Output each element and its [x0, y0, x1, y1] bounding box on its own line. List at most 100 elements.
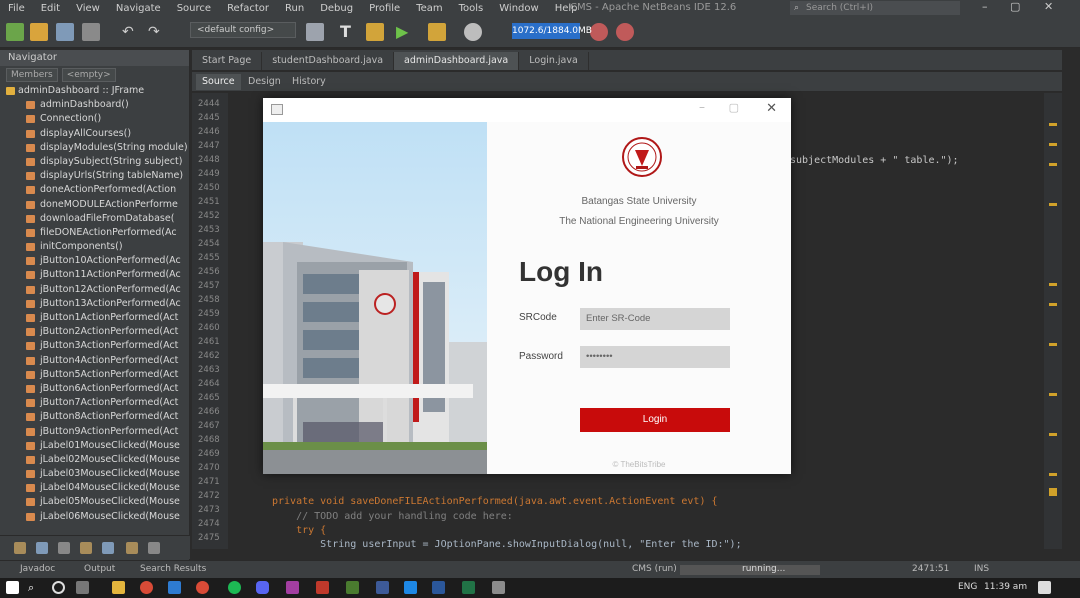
password-input[interactable]: ••••••••	[580, 346, 730, 368]
tree-item[interactable]: jLabel01MouseClicked(Mouse	[0, 439, 189, 453]
tree-item[interactable]: jButton8ActionPerformed(Act	[0, 410, 189, 424]
tree-root[interactable]: adminDashboard :: JFrame	[0, 84, 189, 98]
chrome2-icon[interactable]	[196, 581, 209, 594]
filter-fields-icon[interactable]	[14, 542, 26, 554]
stripe-mark[interactable]	[1049, 488, 1057, 496]
menu-profile[interactable]: Profile	[361, 3, 408, 14]
search-input[interactable]: ⌕ Search (Ctrl+I)	[790, 1, 960, 15]
menu-view[interactable]: View	[68, 3, 108, 14]
close-button[interactable]: ✕	[1044, 0, 1053, 13]
file-explorer-icon[interactable]	[112, 581, 125, 594]
new-project-icon[interactable]	[6, 23, 24, 41]
menu-window[interactable]: Window	[491, 3, 546, 14]
tree-item[interactable]: jButton13ActionPerformed(Ac	[0, 297, 189, 311]
tree-item[interactable]: initComponents()	[0, 240, 189, 254]
tree-item[interactable]: fileDONEActionPerformed(Ac	[0, 226, 189, 240]
javadoc-tab[interactable]: Javadoc	[20, 564, 55, 574]
tree-item[interactable]: downloadFileFromDatabase(	[0, 212, 189, 226]
redo-icon[interactable]: ↷	[148, 23, 166, 41]
tree-item[interactable]: jLabel05MouseClicked(Mouse	[0, 495, 189, 509]
search-results-tab[interactable]: Search Results	[140, 564, 206, 574]
app2-icon[interactable]	[376, 581, 389, 594]
tree-item[interactable]: jLabel02MouseClicked(Mouse	[0, 453, 189, 467]
tab-source[interactable]: Source	[196, 74, 241, 90]
tree-item[interactable]: jButton2ActionPerformed(Act	[0, 325, 189, 339]
tab-file[interactable]: studentDashboard.java	[262, 52, 395, 70]
tree-item[interactable]: doneMODULEActionPerforme	[0, 198, 189, 212]
edge-icon[interactable]	[168, 581, 181, 594]
netbeans-icon[interactable]	[346, 581, 359, 594]
sort-name-icon[interactable]	[102, 542, 114, 554]
undo-icon[interactable]: ↶	[122, 23, 140, 41]
filter-static-icon[interactable]	[36, 542, 48, 554]
tree-item[interactable]: displaySubject(String subject)	[0, 155, 189, 169]
menu-run[interactable]: Run	[277, 3, 312, 14]
tree-item[interactable]: jButton12ActionPerformed(Ac	[0, 283, 189, 297]
menu-refactor[interactable]: Refactor	[219, 3, 277, 14]
tree-item[interactable]: jButton9ActionPerformed(Act	[0, 425, 189, 439]
onenote-icon[interactable]	[286, 581, 299, 594]
clock[interactable]: 11:39 am	[984, 582, 1027, 592]
copy-icon[interactable]	[82, 23, 100, 41]
excel-icon[interactable]	[462, 581, 475, 594]
tree-item[interactable]: displayAllCourses()	[0, 127, 189, 141]
stripe-mark[interactable]	[1049, 123, 1057, 126]
srcode-input[interactable]: Enter SR-Code	[580, 308, 730, 330]
tab-history[interactable]: History	[286, 74, 332, 90]
stripe-mark[interactable]	[1049, 343, 1057, 346]
stripe-mark[interactable]	[1049, 203, 1057, 206]
tree-item[interactable]: jButton10ActionPerformed(Ac	[0, 254, 189, 268]
stripe-mark[interactable]	[1049, 303, 1057, 306]
memory-indicator[interactable]: 1072.6/1884.0MB	[512, 23, 592, 39]
running-project[interactable]: CMS (run)	[632, 564, 677, 574]
tree-item[interactable]: displayModules(String module)	[0, 141, 189, 155]
empty-filter[interactable]: <empty>	[61, 68, 116, 82]
gc2-icon[interactable]	[616, 23, 634, 41]
tree-item[interactable]: jButton6ActionPerformed(Act	[0, 382, 189, 396]
word-icon[interactable]	[432, 581, 445, 594]
spotify-icon[interactable]	[228, 581, 241, 594]
discord-icon[interactable]	[256, 581, 269, 594]
login-button[interactable]: Login	[580, 408, 730, 432]
stripe-mark[interactable]	[1049, 283, 1057, 286]
maximize-button[interactable]: ▢	[1010, 0, 1020, 13]
error-stripe[interactable]	[1044, 93, 1062, 549]
menu-edit[interactable]: Edit	[33, 3, 68, 14]
tree-item[interactable]: Connection()	[0, 112, 189, 126]
tab-file[interactable]: Login.java	[519, 52, 589, 70]
chrome-icon[interactable]	[140, 581, 153, 594]
stripe-mark[interactable]	[1049, 143, 1057, 146]
tab-file[interactable]: Start Page	[192, 52, 263, 70]
target-icon[interactable]	[306, 23, 324, 41]
tree-item[interactable]: jLabel04MouseClicked(Mouse	[0, 481, 189, 495]
tree-item[interactable]: jButton1ActionPerformed(Act	[0, 311, 189, 325]
tab-design[interactable]: Design	[242, 74, 287, 90]
members-filter[interactable]: Members	[6, 68, 58, 82]
dialog-maximize-button[interactable]: ▢	[729, 101, 739, 114]
dialog-minimize-button[interactable]: –	[699, 100, 705, 114]
task-view-icon[interactable]	[76, 581, 89, 594]
profile-icon[interactable]	[464, 23, 482, 41]
open-project-icon[interactable]	[30, 23, 48, 41]
vscode-icon[interactable]	[404, 581, 417, 594]
app-icon[interactable]	[316, 581, 329, 594]
save-all-icon[interactable]	[56, 23, 74, 41]
cortana-icon[interactable]	[52, 581, 65, 594]
filter-inherited-icon[interactable]	[80, 542, 92, 554]
tree-item[interactable]: jButton5ActionPerformed(Act	[0, 368, 189, 382]
menu-team[interactable]: Team	[408, 3, 450, 14]
tree-item[interactable]: doneActionPerformed(Action	[0, 183, 189, 197]
filter-nonpublic-icon[interactable]	[58, 542, 70, 554]
gc-icon[interactable]	[590, 23, 608, 41]
tree-item[interactable]: jButton3ActionPerformed(Act	[0, 339, 189, 353]
expand-icon[interactable]	[148, 542, 160, 554]
dialog-close-button[interactable]: ✕	[766, 101, 777, 116]
config-select[interactable]: <default config>	[190, 22, 296, 38]
menu-debug[interactable]: Debug	[312, 3, 361, 14]
app3-icon[interactable]	[492, 581, 505, 594]
run-icon[interactable]: ▶	[396, 23, 414, 41]
start-icon[interactable]	[6, 581, 19, 594]
menu-navigate[interactable]: Navigate	[108, 3, 169, 14]
tree-item[interactable]: adminDashboard()	[0, 98, 189, 112]
stripe-mark[interactable]	[1049, 393, 1057, 396]
